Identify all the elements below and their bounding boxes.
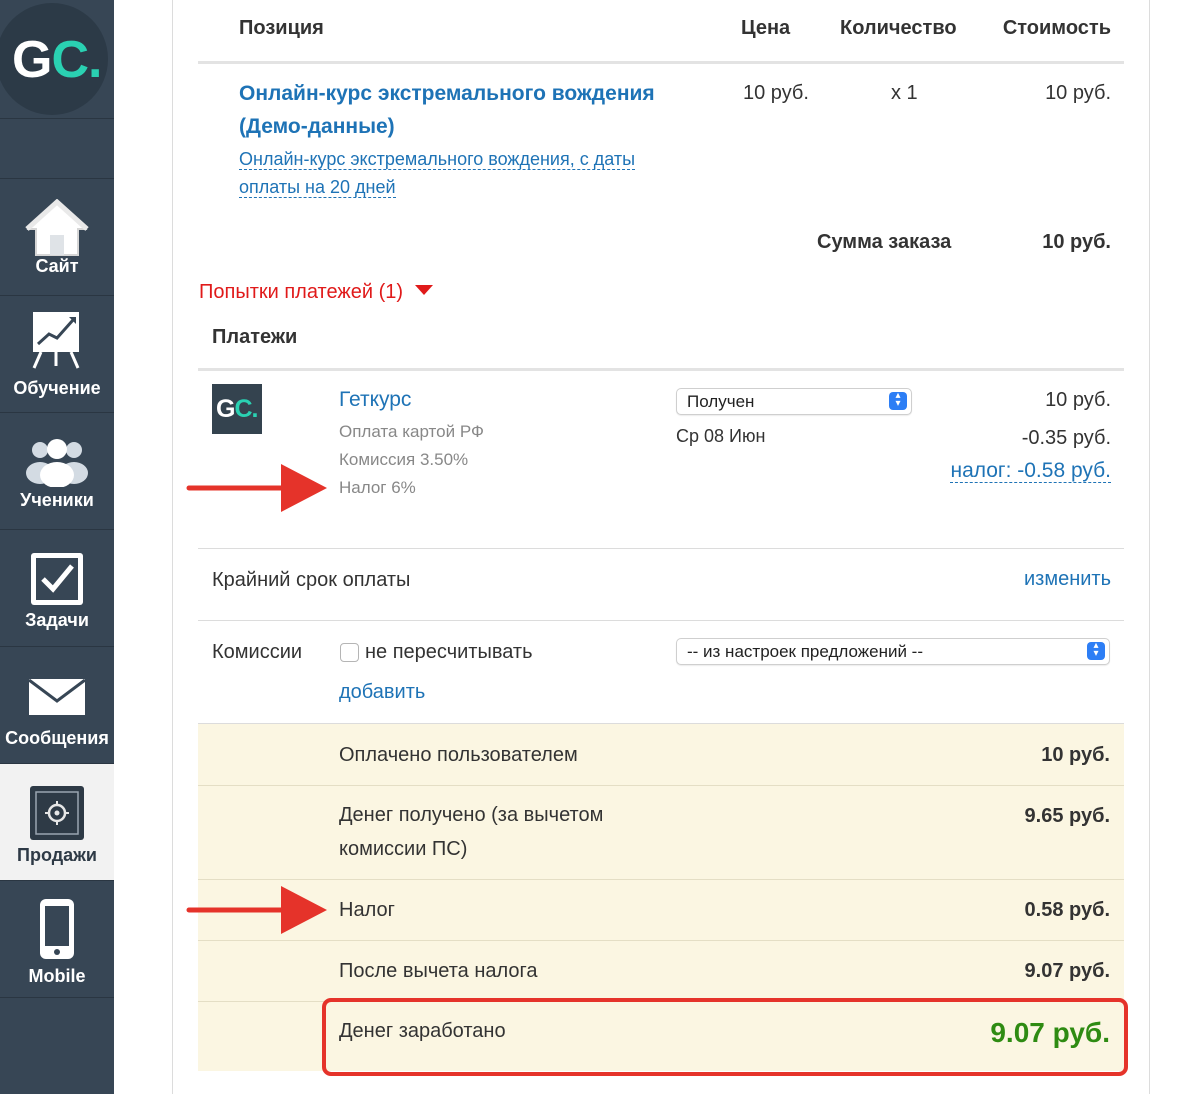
deadline-divider — [198, 548, 1124, 549]
header-quantity: Количество — [840, 17, 957, 39]
order-total-label: Сумма заказа — [817, 231, 952, 253]
commission-settings-select[interactable]: -- из настроек предложений -- ▴ ▾ — [676, 638, 1110, 665]
sidebar-item-label: Продажи — [17, 845, 97, 865]
home-icon — [0, 199, 114, 257]
item-price: 10 руб. — [743, 82, 809, 104]
caret-down-icon — [414, 285, 433, 295]
summary-label-line1: Денег получено (за вычетом — [339, 804, 604, 826]
add-commission-link[interactable]: добавить — [339, 681, 425, 704]
header-price: Цена — [741, 17, 791, 39]
sidebar-item-label: Обучение — [13, 378, 101, 398]
product-title-line1: Онлайн-курс экстремального вождения — [239, 82, 655, 105]
header-position: Позиция — [239, 17, 324, 39]
safe-icon — [0, 784, 114, 842]
payment-method: Оплата картой РФ — [339, 422, 484, 441]
payment-status-select[interactable]: Получен ▴ ▾ — [676, 388, 912, 415]
summary-label: После вычета налога — [339, 960, 538, 982]
no-recalc-label[interactable]: не пересчитывать — [365, 641, 533, 664]
earned-highlight-box — [322, 998, 1128, 1076]
summary-label: Налог — [339, 899, 395, 921]
phone-icon — [0, 897, 114, 961]
payments-divider — [198, 368, 1124, 371]
users-icon — [0, 435, 114, 487]
payment-details: Оплата картой РФ Комиссия 3.50% Налог 6% — [339, 418, 484, 502]
item-quantity: x 1 — [891, 82, 918, 104]
order-total-value: 10 руб. — [1042, 231, 1111, 253]
commissions-label: Комиссии — [212, 641, 303, 663]
payment-attempts-toggle[interactable]: Попытки платежей (1) — [199, 281, 433, 304]
logo-letter-g: G — [12, 31, 52, 89]
commissions-divider — [198, 620, 1124, 621]
provider-logo-g: G — [216, 395, 235, 423]
payment-commission: Комиссия 3.50% — [339, 450, 469, 469]
select-arrows-icon: ▴ ▾ — [1087, 641, 1105, 660]
product-title-link[interactable]: Онлайн-курс экстремального вождения (Дем… — [239, 77, 655, 143]
logo[interactable]: GC. — [0, 0, 114, 119]
summary-value: 0.58 руб. — [1024, 899, 1110, 921]
sidebar: GC. Сайт Обучение Ученики Задачи Сообщен… — [0, 0, 114, 1094]
sidebar-item-site[interactable]: Сайт — [0, 179, 114, 296]
payment-amount: 10 руб. — [1045, 389, 1111, 411]
summary-row-tax: Налог 0.58 руб. — [198, 879, 1124, 941]
sidebar-item-label: Mobile — [28, 966, 86, 986]
sidebar-item-label: Сайт — [35, 256, 79, 276]
payment-attempts-label: Попытки платежей (1) — [199, 281, 404, 303]
getcourse-logo-icon: GC. — [212, 384, 262, 434]
sidebar-item-messages[interactable]: Сообщения — [0, 647, 114, 764]
envelope-icon — [0, 677, 114, 717]
payments-heading: Платежи — [212, 326, 298, 348]
select-arrows-icon: ▴ ▾ — [889, 391, 907, 410]
logo-letter-c: C — [51, 31, 89, 89]
sidebar-spacer — [0, 118, 114, 179]
no-recalc-checkbox[interactable] — [340, 643, 359, 662]
sidebar-item-label: Ученики — [20, 490, 94, 510]
offer-line1: Онлайн-курс экстремального вождения, с д… — [239, 149, 636, 170]
header-divider — [198, 61, 1124, 64]
summary-row-after-tax: После вычета налога 9.07 руб. — [198, 940, 1124, 1002]
payment-tax-rate: Налог 6% — [339, 478, 416, 497]
sidebar-item-tasks[interactable]: Задачи — [0, 530, 114, 647]
chart-board-icon — [0, 308, 114, 370]
summary-value: 9.07 руб. — [1024, 960, 1110, 982]
offer-link[interactable]: Онлайн-курс экстремального вождения, с д… — [239, 145, 636, 201]
sidebar-item-sales[interactable]: Продажи — [0, 764, 114, 881]
summary-row-received: Денег получено (за вычетом комиссии ПС) … — [198, 785, 1124, 880]
tax-link-label: налог: -0.58 руб. — [950, 459, 1111, 483]
annotation-arrow-icon — [186, 464, 327, 512]
summary-label-line2: комиссии ПС) — [339, 838, 468, 860]
payment-status-value: Получен — [687, 392, 755, 411]
provider-logo-dot: . — [251, 395, 259, 423]
sidebar-item-label: Задачи — [25, 610, 89, 630]
commission-settings-value: -- из настроек предложений -- — [687, 642, 923, 661]
product-title-line2: (Демо-данные) — [239, 115, 395, 138]
item-cost: 10 руб. — [1045, 82, 1111, 104]
provider-logo-c: C — [234, 395, 252, 423]
summary-label: Оплачено пользователем — [339, 744, 578, 766]
logo-dot: . — [88, 31, 102, 89]
checkbox-icon — [0, 550, 114, 608]
summary-label: Денег получено (за вычетом комиссии ПС) — [339, 798, 603, 866]
sidebar-item-students[interactable]: Ученики — [0, 413, 114, 530]
payment-provider-link[interactable]: Геткурс — [339, 388, 411, 412]
tax-link[interactable]: налог: -0.58 руб. — [950, 459, 1111, 483]
sidebar-item-mobile[interactable]: Mobile — [0, 881, 114, 998]
annotation-arrow-icon — [186, 886, 327, 934]
offer-line2: оплаты на 20 дней — [239, 177, 396, 198]
deadline-change-link[interactable]: изменить — [1024, 568, 1111, 591]
sidebar-item-learning[interactable]: Обучение — [0, 296, 114, 413]
sidebar-item-label: Сообщения — [5, 728, 109, 748]
summary-row-paid: Оплачено пользователем 10 руб. — [198, 723, 1124, 786]
header-cost: Стоимость — [1002, 17, 1111, 39]
logo-text: GC. — [12, 30, 103, 90]
payment-fee: -0.35 руб. — [1021, 427, 1111, 449]
deadline-label: Крайний срок оплаты — [212, 569, 411, 591]
summary-value: 9.65 руб. — [1024, 805, 1110, 827]
summary-value: 10 руб. — [1041, 744, 1110, 766]
payment-date: Ср 08 Июн — [676, 426, 766, 446]
